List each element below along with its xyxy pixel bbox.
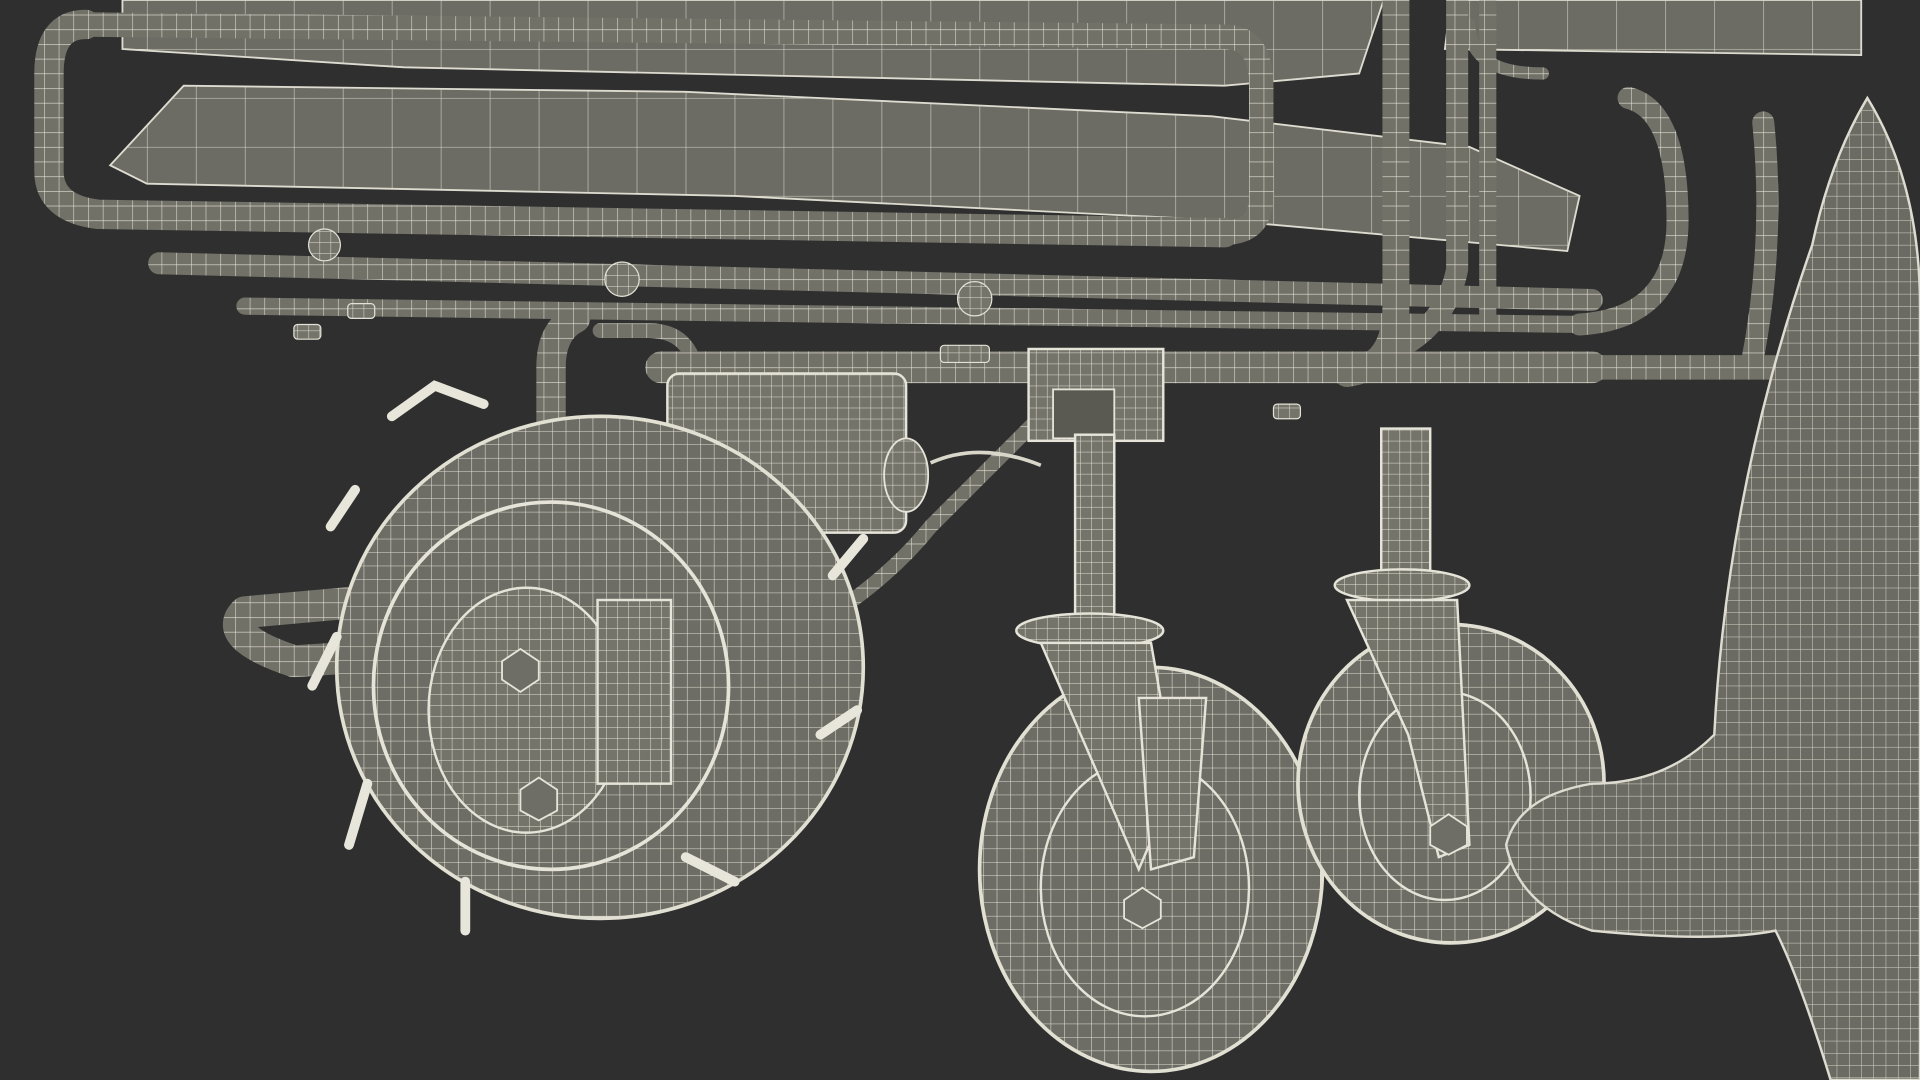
- render-viewport: [0, 0, 1920, 1080]
- front-caster-left: [977, 347, 1325, 1074]
- wireframe-scene: [34, 0, 1920, 1080]
